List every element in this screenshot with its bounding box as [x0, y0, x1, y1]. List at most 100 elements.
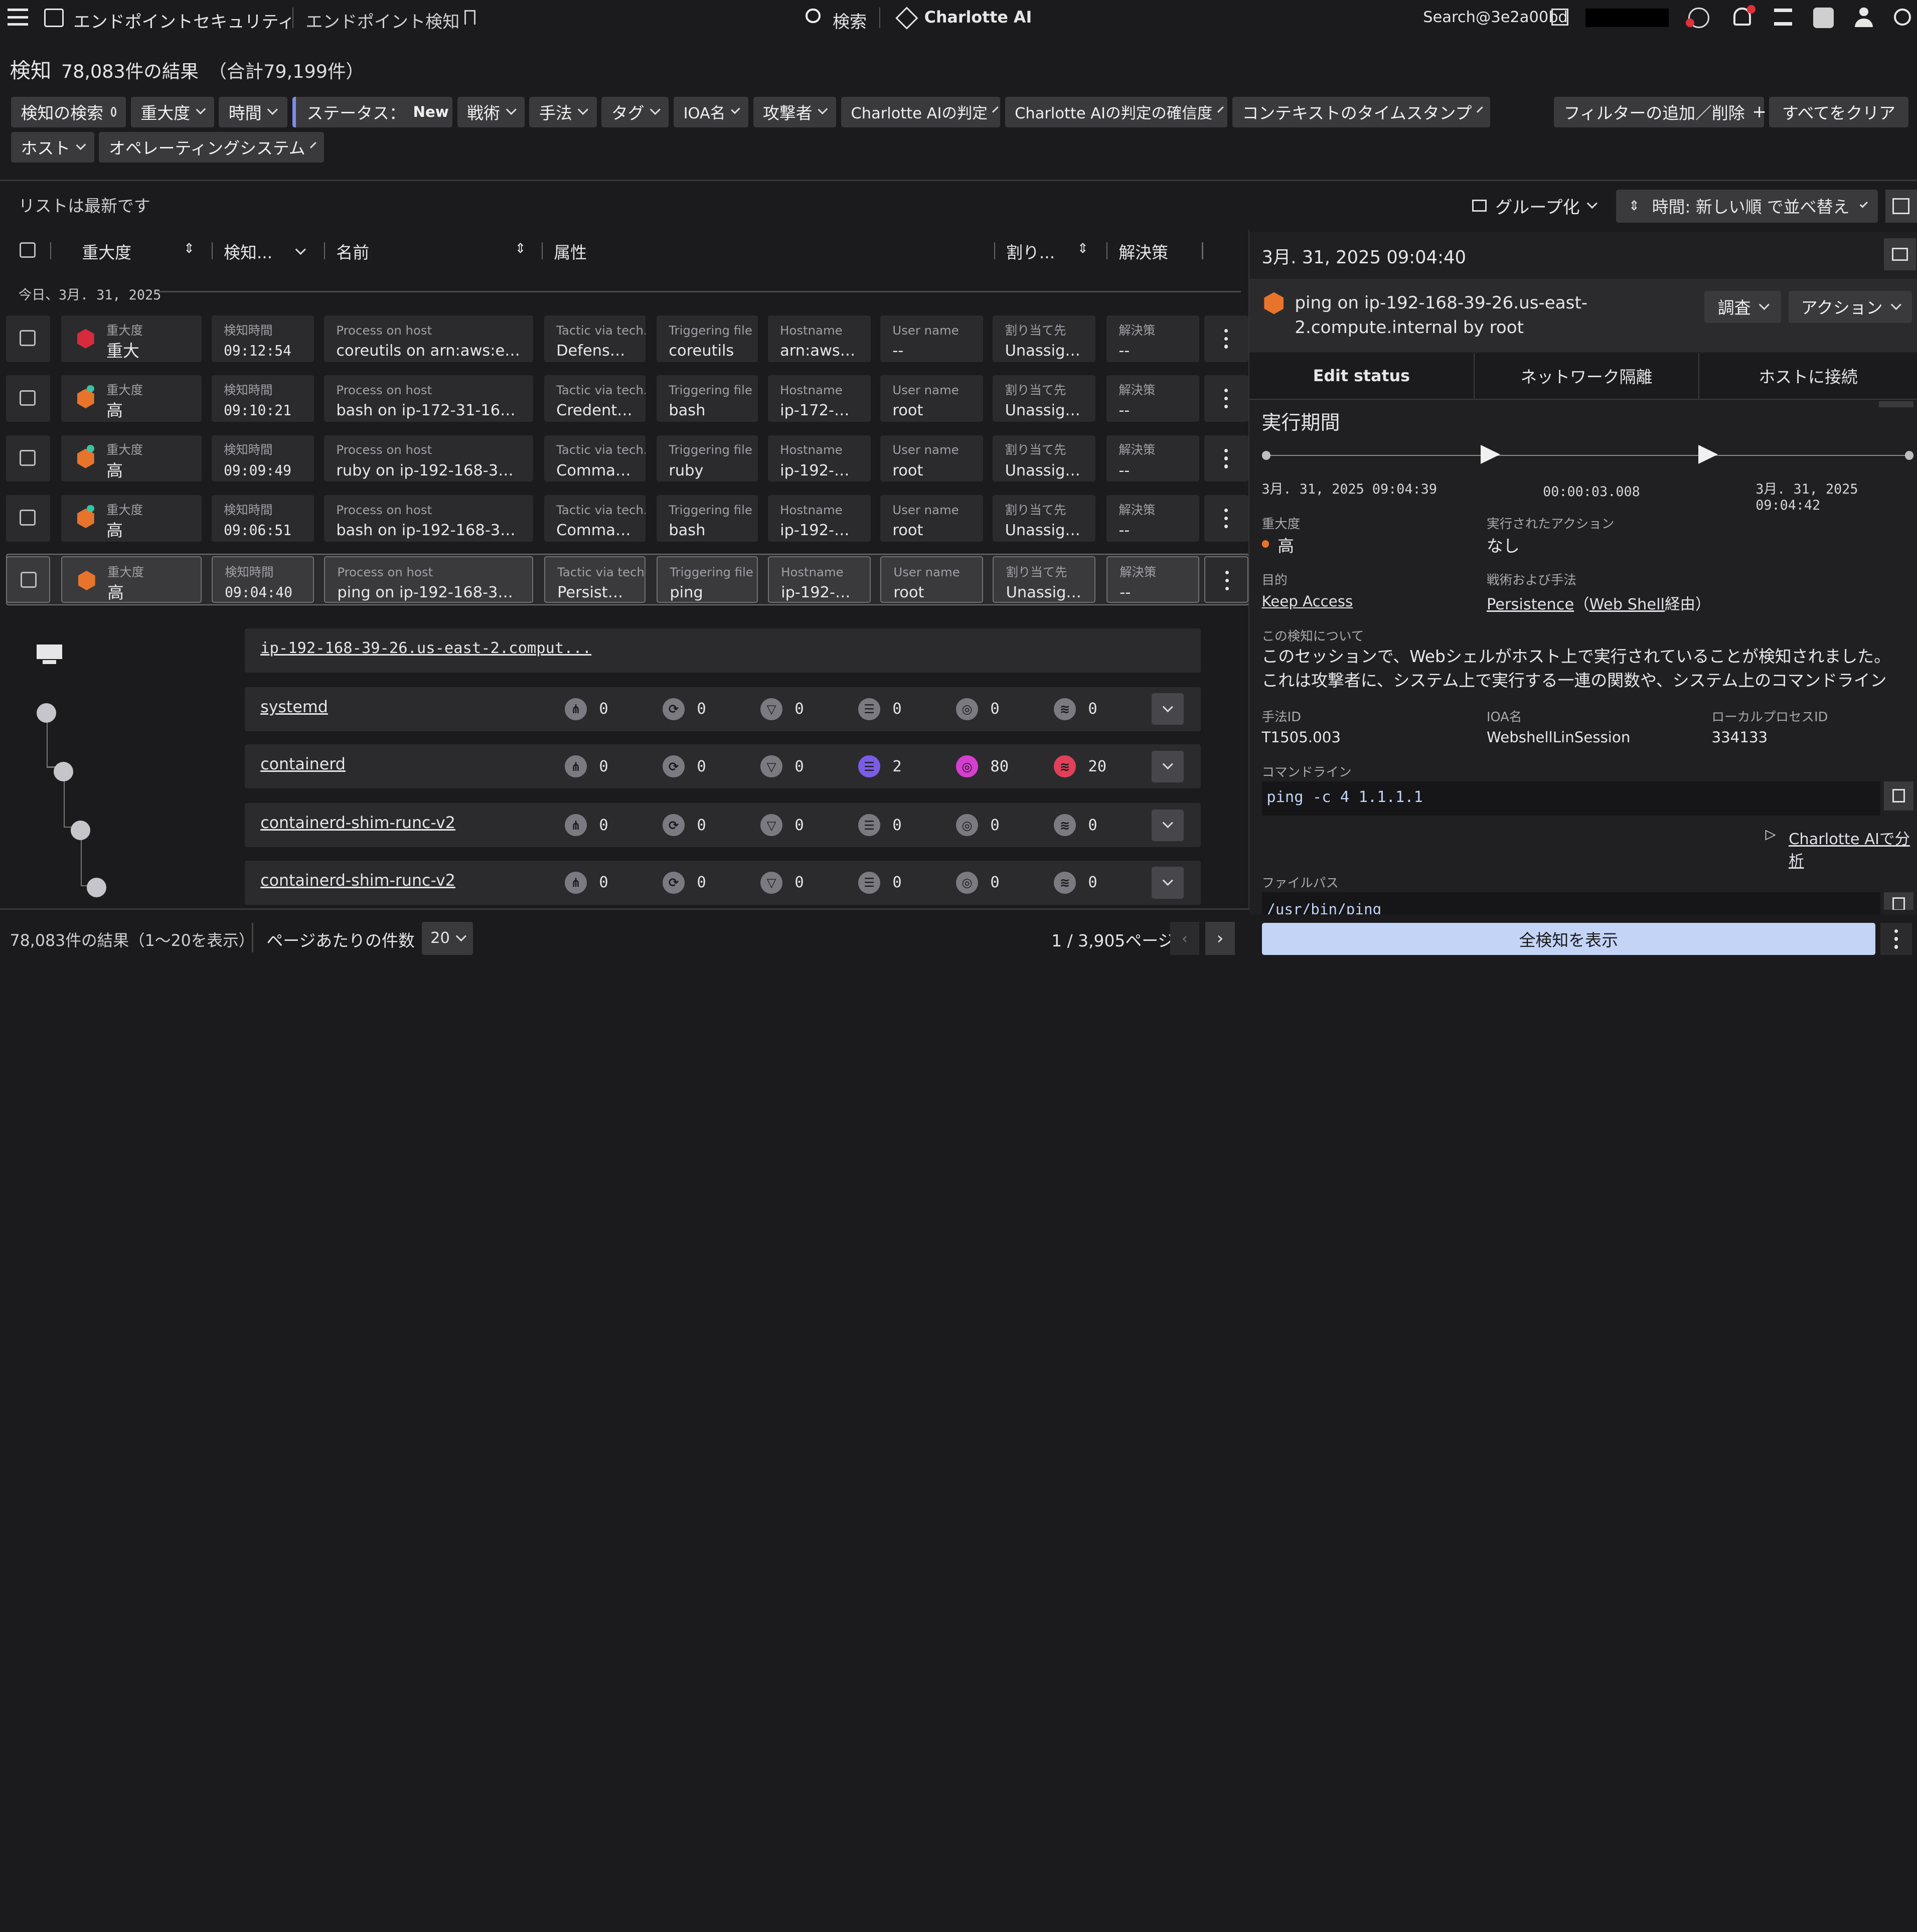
detail-title: ping on ip-192-168-39-26.us-east-2.compu…	[1295, 293, 1588, 338]
process-node[interactable]: containerd-shim-runc-v2 ⋔ 0 ⟳ 0 ▽ 0 ☰ 0 ◎ 0 ≋ 0	[244, 803, 1201, 848]
ioa-filter-chip[interactable]: IOA名	[674, 96, 748, 127]
search-filter-chip[interactable]: 検知の検索	[11, 96, 126, 127]
context-timestamp-filter-chip[interactable]: コンテキストのタイムスタンプ	[1232, 96, 1491, 127]
tag-filter-chip[interactable]: タグ	[601, 96, 669, 127]
detection-row[interactable]: 重大度高 検知時間 09:09:49 Process on host ruby on i…	[0, 435, 1249, 485]
tactic-link[interactable]: Persistence	[1487, 596, 1574, 613]
row-checkbox[interactable]	[20, 390, 36, 406]
menu-icon[interactable]	[7, 9, 29, 26]
severity-filter-chip[interactable]: 重大度	[130, 96, 214, 127]
time-filter-chip[interactable]: 時間	[219, 96, 287, 127]
per-page-select[interactable]: 20	[421, 921, 473, 955]
hostname-cell: Hostname arn:aws:ec...	[767, 315, 871, 362]
row-menu-button[interactable]	[1204, 375, 1248, 422]
process-node[interactable]: containerd ⋔ 0 ⟳ 0 ▽ 0 ☰ 2 ◎ 80 ≋ 20	[244, 744, 1201, 789]
process-link[interactable]: systemd	[260, 698, 328, 716]
process-link[interactable]: containerd-shim-runc-v2	[260, 814, 455, 832]
user-icon[interactable]	[1854, 7, 1873, 28]
tactic-filter-chip[interactable]: 戦術	[457, 96, 525, 127]
expand-button[interactable]	[1152, 809, 1184, 841]
col-assigned[interactable]: 割り...	[1006, 240, 1055, 263]
sort-icon[interactable]: ⇕	[184, 241, 195, 256]
chevron-down-icon[interactable]	[295, 244, 306, 255]
next-page-button[interactable]: ›	[1205, 921, 1235, 955]
copy-icon[interactable]	[1884, 892, 1913, 910]
charlotte-verdict-filter-chip[interactable]: Charlotte AIの判定	[841, 96, 1000, 127]
col-name[interactable]: 名前	[336, 240, 369, 263]
charlotte-confidence-filter-chip[interactable]: Charlotte AIの判定の確信度	[1005, 96, 1228, 127]
os-filter-chip[interactable]: オペレーティングシステム	[99, 132, 324, 163]
new-indicator-dot	[87, 385, 94, 393]
col-detect-time[interactable]: 検知...	[224, 240, 272, 263]
expand-button[interactable]	[1152, 693, 1184, 725]
process-link[interactable]: containerd	[260, 755, 346, 773]
cell-label: Process on host	[336, 442, 432, 457]
scrollbar-thumb[interactable]	[1879, 401, 1913, 407]
row-menu-button[interactable]	[1204, 435, 1248, 482]
tab-network-isolate[interactable]: ネットワーク隔離	[1474, 353, 1700, 400]
sort-button[interactable]: ⇕ 時間: 新しい順 で並べ替え	[1616, 189, 1878, 223]
tree-node[interactable]	[54, 761, 74, 781]
row-checkbox[interactable]	[21, 572, 37, 588]
tab-connect-host[interactable]: ホストに接続	[1699, 353, 1917, 400]
panel-toggle-icon[interactable]	[1884, 238, 1916, 270]
clear-all-button[interactable]: すべてをクリア	[1769, 96, 1908, 127]
objective-link[interactable]: Keep Access	[1262, 593, 1353, 610]
tab-edit-status[interactable]: Edit status	[1249, 353, 1475, 400]
charlotte-ai-button[interactable]: Charlotte AI	[924, 9, 1032, 27]
sort-icon[interactable]: ⇕	[515, 241, 526, 256]
metric-network: ⋔ 0	[565, 871, 608, 894]
status-filter-chip[interactable]: ステータス：New ✕	[292, 96, 470, 127]
row-menu-button[interactable]	[1204, 495, 1248, 542]
assign-cell: 割り当て先 Unassigned	[993, 556, 1095, 603]
search-button[interactable]: 検索	[833, 8, 867, 33]
row-checkbox[interactable]	[20, 330, 36, 346]
host-filter-chip[interactable]: ホスト	[11, 132, 94, 163]
adversary-filter-chip[interactable]: 攻撃者	[753, 96, 837, 127]
table-icon[interactable]	[1551, 9, 1569, 26]
process-link[interactable]: containerd-shim-runc-v2	[260, 872, 455, 890]
show-all-button[interactable]: 全検知を表示	[1261, 923, 1876, 955]
technique-filter-chip[interactable]: 手法	[529, 96, 597, 127]
row-checkbox[interactable]	[20, 450, 36, 466]
tree-node[interactable]	[37, 703, 57, 723]
user-value: root	[893, 583, 924, 601]
expand-button[interactable]	[1152, 750, 1184, 782]
tree-node[interactable]	[71, 820, 91, 840]
copy-icon[interactable]	[1884, 781, 1913, 811]
row-menu-button[interactable]	[1204, 556, 1248, 603]
charlotte-analyze-link[interactable]: Charlotte AIで分析	[1789, 827, 1917, 871]
host-node[interactable]: ip-192-168-39-26.us-east-2.comput...	[244, 628, 1201, 673]
row-checkbox[interactable]	[20, 510, 36, 526]
theme-icon[interactable]	[1893, 9, 1911, 26]
layout-toggle-icon[interactable]	[1885, 189, 1917, 223]
chevron-down-icon	[267, 104, 278, 115]
action-button[interactable]: アクション	[1789, 291, 1912, 323]
code-icon[interactable]	[1813, 7, 1834, 29]
prev-page-button[interactable]: ‹	[1170, 921, 1200, 955]
search-icon[interactable]	[806, 9, 821, 24]
row-menu-button[interactable]	[1204, 315, 1248, 362]
select-all-checkbox[interactable]	[20, 242, 36, 258]
detection-row[interactable]: 重大度高 検知時間 09:06:51 Process on host bash on i…	[0, 495, 1249, 544]
tree-node[interactable]	[87, 878, 107, 898]
more-options-icon[interactable]	[1880, 923, 1912, 955]
investigate-button[interactable]: 調査	[1704, 291, 1782, 323]
host-link[interactable]: ip-192-168-39-26.us-east-2.comput...	[260, 639, 591, 657]
detection-row[interactable]: 重大度高 検知時間 09:04:40 Process on host ping on i…	[0, 554, 1250, 605]
stack-icon[interactable]	[1774, 9, 1793, 26]
product-name[interactable]: エンドポイントセキュリティ	[73, 8, 294, 33]
technique-link[interactable]: Web Shell	[1589, 596, 1665, 613]
process-node[interactable]: containerd-shim-runc-v2 ⋔ 0 ⟳ 0 ▽ 0 ☰ 0 ◎ 0 ≋ 0	[244, 861, 1201, 905]
process-node[interactable]: systemd ⋔ 0 ⟳ 0 ▽ 0 ☰ 0 ◎ 0 ≋ 0	[244, 687, 1201, 731]
sort-icon[interactable]: ⇕	[1077, 241, 1088, 256]
expand-button[interactable]	[1152, 867, 1184, 899]
col-severity[interactable]: 重大度	[82, 240, 131, 263]
detection-row[interactable]: 重大度 重大 検知時間 09:12:54 Process on host coreutil…	[0, 315, 1249, 365]
add-remove-filter-button[interactable]: フィルターの追加／削除 +	[1554, 96, 1767, 127]
detection-row[interactable]: 重大度高 検知時間 09:10:21 Process on host bash on i…	[0, 375, 1249, 424]
dns-icon: ◎	[956, 698, 978, 720]
bookmark-icon[interactable]	[464, 10, 476, 25]
assign-cell: 割り当て先 Unassigned	[993, 315, 1095, 362]
group-by-button[interactable]: グループ化	[1472, 193, 1598, 218]
